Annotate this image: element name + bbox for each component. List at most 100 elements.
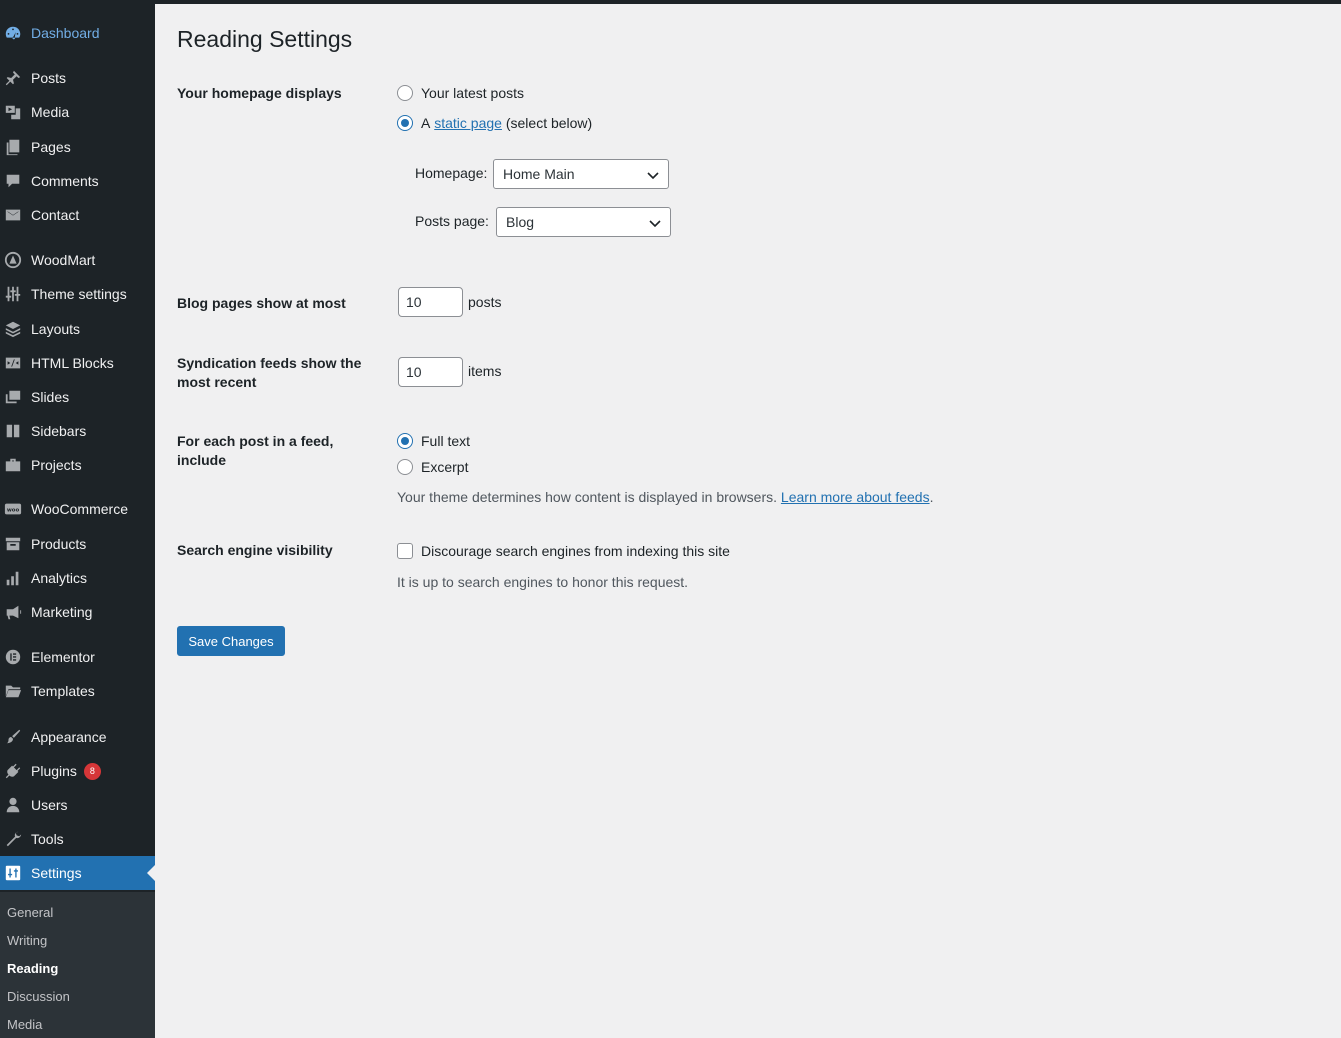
submenu-item-discussion[interactable]: Discussion	[7, 989, 70, 1004]
sidebar-item-label: Users	[31, 797, 68, 813]
posts-per-page-value: 10	[406, 294, 422, 310]
page-title: Reading Settings	[177, 26, 353, 52]
layers-icon	[3, 319, 23, 339]
radio-static-prefix[interactable]: A	[421, 115, 430, 131]
radio-full-text-label[interactable]: Full text	[421, 433, 470, 449]
sidebar-item-html-blocks[interactable]: HTML Blocks	[0, 346, 155, 380]
briefcase-icon	[3, 455, 23, 475]
sidebar-item-analytics[interactable]: Analytics	[0, 561, 155, 595]
radio-excerpt-row[interactable]: Excerpt	[397, 459, 468, 475]
sidebar-item-label: Settings	[31, 865, 82, 881]
feed-include-label: For each post in a feed, include	[177, 432, 377, 470]
sidebar-item-label: Posts	[31, 70, 67, 86]
sidebar-icon	[3, 421, 23, 441]
sidebar-item-settings[interactable]: Settings	[0, 856, 155, 890]
settings-icon	[3, 863, 23, 883]
homepage-select-label: Homepage:	[415, 165, 488, 181]
sidebar-item-posts[interactable]: Posts	[0, 61, 155, 95]
sidebar-item-woodmart[interactable]: WoodMart	[0, 243, 155, 277]
plug-icon	[3, 761, 23, 781]
feed-description: Your theme determines how content is dis…	[397, 489, 933, 505]
woo-icon: woo	[3, 499, 23, 519]
sidebar-item-label: Appearance	[31, 729, 107, 745]
sidebar-item-sidebars[interactable]: Sidebars	[0, 414, 155, 448]
megaphone-icon	[3, 602, 23, 622]
radio-latest-posts-row[interactable]: Your latest posts	[397, 85, 524, 101]
dashboard-icon	[3, 23, 23, 43]
syndication-label-line2: most recent	[177, 374, 257, 390]
feed-items-input[interactable]: 10	[398, 357, 463, 387]
svg-text:woo: woo	[7, 507, 20, 513]
sliders-icon	[3, 284, 23, 304]
submenu-item-writing[interactable]: Writing	[7, 933, 47, 948]
radio-excerpt[interactable]	[397, 459, 413, 475]
reading-settings-main: Reading Settings Your homepage displays …	[155, 4, 1341, 1038]
radio-static-page-row[interactable]: A static page (select below)	[397, 115, 592, 131]
learn-more-feeds-link[interactable]: Learn more about feeds	[781, 489, 930, 505]
sidebar-item-label: Elementor	[31, 649, 95, 665]
archive-icon	[3, 534, 23, 554]
homepage-select[interactable]: Home Main	[493, 159, 669, 189]
feed-description-text: Your theme determines how content is dis…	[397, 489, 778, 505]
sidebar-item-projects[interactable]: Projects	[0, 448, 155, 482]
wrench-icon	[3, 829, 23, 849]
media-icon	[3, 102, 23, 122]
sidebar-item-tools[interactable]: Tools	[0, 822, 155, 856]
sidebar-item-appearance[interactable]: Appearance	[0, 720, 155, 754]
posts-unit-label: posts	[468, 294, 502, 310]
sidebar-item-label: HTML Blocks	[31, 355, 114, 371]
sidebar-item-label: Pages	[31, 139, 71, 155]
chevron-down-icon	[648, 216, 662, 233]
sidebar-item-users[interactable]: Users	[0, 788, 155, 822]
discourage-search-label[interactable]: Discourage search engines from indexing …	[421, 543, 730, 559]
radio-static-suffix[interactable]: (select below)	[506, 115, 592, 131]
sidebar-item-pages[interactable]: Pages	[0, 130, 155, 164]
sidebar-item-woocommerce[interactable]: woo WooCommerce	[0, 492, 155, 526]
sidebar-item-label: Theme settings	[31, 286, 127, 302]
slides-icon	[3, 387, 23, 407]
current-menu-arrow	[147, 865, 155, 881]
posts-page-select-label: Posts page:	[415, 213, 489, 229]
items-unit-label: items	[468, 363, 502, 379]
radio-static-page[interactable]	[397, 115, 413, 131]
sidebar-item-label: Marketing	[31, 604, 93, 620]
sidebar-item-label: Plugins	[31, 763, 77, 779]
sidebar-item-media[interactable]: Media	[0, 95, 155, 129]
posts-per-page-input[interactable]: 10	[398, 287, 463, 317]
sidebar-item-slides[interactable]: Slides	[0, 380, 155, 414]
settings-submenu: General Writing Reading Discussion Media	[0, 892, 155, 1038]
posts-page-select-value: Blog	[506, 214, 535, 230]
sidebar-item-templates[interactable]: Templates	[0, 674, 155, 708]
sidebar-item-label: Contact	[31, 207, 80, 223]
posts-page-select[interactable]: Blog	[496, 207, 671, 237]
sidebar-item-marketing[interactable]: Marketing	[0, 595, 155, 629]
radio-full-text-row[interactable]: Full text	[397, 433, 470, 449]
sidebar-item-elementor[interactable]: Elementor	[0, 640, 155, 674]
discourage-search-checkbox[interactable]	[397, 543, 413, 559]
radio-latest-posts[interactable]	[397, 85, 413, 101]
sidebar-item-theme-settings[interactable]: Theme settings	[0, 277, 155, 311]
chevron-down-icon	[646, 168, 660, 185]
sidebar-item-label: Comments	[31, 173, 99, 189]
radio-full-text[interactable]	[397, 433, 413, 449]
sidebar-item-contact[interactable]: Contact	[0, 198, 155, 232]
sidebar-item-dashboard[interactable]: Dashboard	[0, 16, 155, 50]
save-changes-button[interactable]: Save Changes	[177, 626, 285, 656]
submenu-item-reading[interactable]: Reading	[7, 961, 58, 976]
sidebar-item-label: Analytics	[31, 570, 88, 586]
homepage-displays-label: Your homepage displays	[177, 85, 342, 101]
submenu-item-general[interactable]: General	[7, 905, 53, 920]
radio-excerpt-label[interactable]: Excerpt	[421, 459, 468, 475]
sidebar-item-plugins[interactable]: Plugins 8	[0, 754, 155, 788]
sidebar-item-products[interactable]: Products	[0, 527, 155, 561]
radio-latest-posts-label[interactable]: Your latest posts	[421, 85, 524, 101]
comment-icon	[3, 171, 23, 191]
discourage-search-row[interactable]: Discourage search engines from indexing …	[397, 543, 730, 559]
sidebar-item-comments[interactable]: Comments	[0, 164, 155, 198]
syndication-label-line1: Syndication feeds show the	[177, 355, 362, 371]
pages-icon	[3, 137, 23, 157]
submenu-item-media[interactable]: Media	[7, 1017, 42, 1032]
sidebar-item-layouts[interactable]: Layouts	[0, 312, 155, 346]
static-page-link[interactable]: static page	[434, 115, 502, 131]
sidebar-item-label: Tools	[31, 831, 64, 847]
